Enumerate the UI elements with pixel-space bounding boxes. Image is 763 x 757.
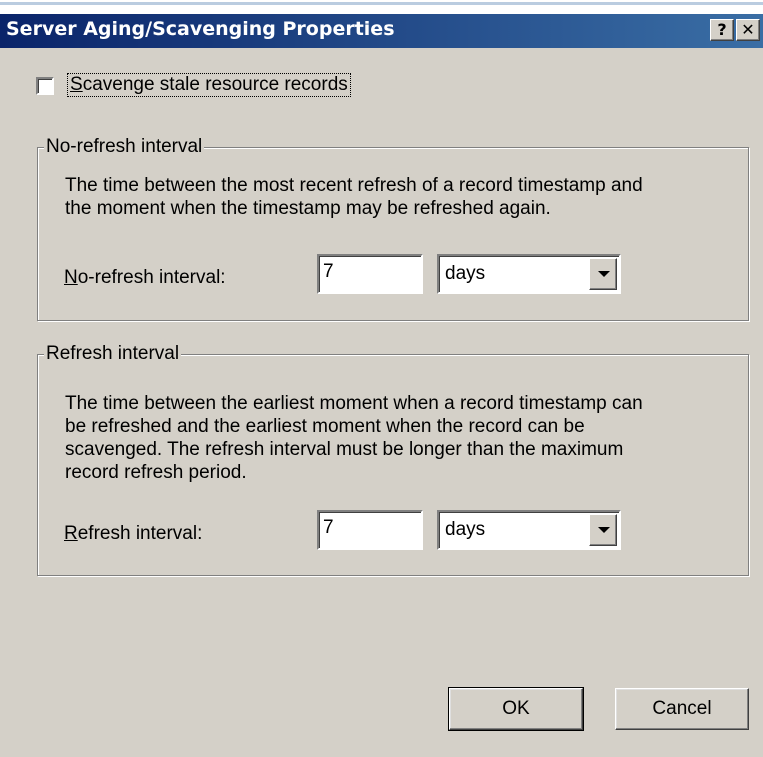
top-strip [0,0,763,14]
no-refresh-group: No-refresh interval The time between the… [37,136,749,321]
close-icon: ✕ [741,20,755,39]
help-button[interactable]: ? [710,19,734,41]
no-refresh-group-title: No-refresh interval [44,136,205,158]
close-button[interactable]: ✕ [736,19,760,41]
no-refresh-description: The time between the most recent refresh… [65,175,643,219]
refresh-description: The time between the earliest moment whe… [65,393,643,483]
cancel-button[interactable]: Cancel [615,688,749,730]
server-aging-dialog: Server Aging/Scavenging Properties ? ✕ S… [0,0,763,757]
title-bar[interactable]: Server Aging/Scavenging Properties ? ✕ [0,14,763,48]
refresh-field-label: Refresh interval: [64,523,203,544]
chevron-down-icon[interactable] [589,258,617,290]
chevron-down-icon[interactable] [589,514,617,546]
refresh-value-input[interactable]: 7 [317,510,423,550]
no-refresh-unit-value: days [445,263,486,284]
refresh-unit-value: days [445,519,486,540]
refresh-group: Refresh interval The time between the ea… [37,343,749,576]
help-icon: ? [717,20,727,39]
no-refresh-field-label: No-refresh interval: [64,267,226,288]
window-title: Server Aging/Scavenging Properties [6,18,395,40]
ok-button[interactable]: OK [448,687,584,731]
scavenge-checkbox-label[interactable]: Scavenge stale resource records [67,73,351,97]
scavenge-checkbox[interactable] [36,77,54,95]
no-refresh-unit-select[interactable]: days [437,254,621,294]
no-refresh-value-input[interactable]: 7 [317,254,423,294]
refresh-group-title: Refresh interval [44,343,182,365]
refresh-unit-select[interactable]: days [437,510,621,550]
